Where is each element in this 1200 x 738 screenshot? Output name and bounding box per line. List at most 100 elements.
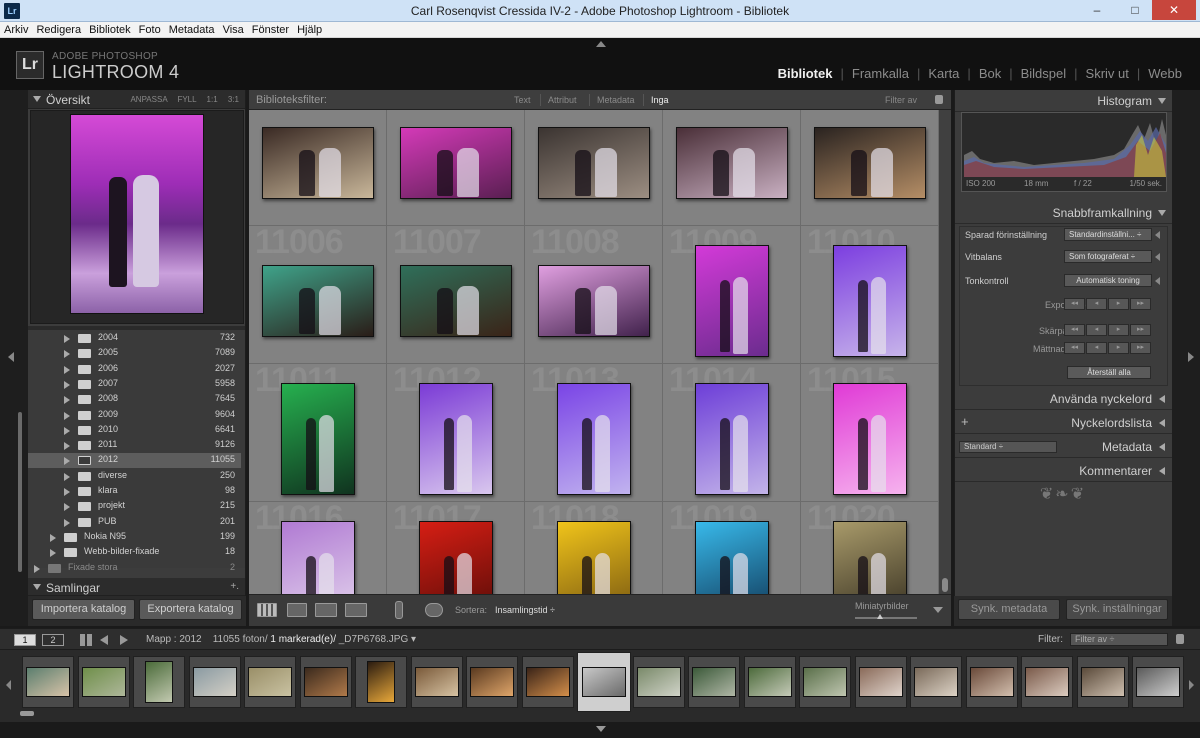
filmstrip-cell[interactable] — [466, 656, 518, 708]
grid-shortcut-icon[interactable] — [80, 634, 92, 646]
folder-row[interactable]: 2009 9604 — [28, 408, 241, 423]
filmstrip-cell[interactable] — [965, 656, 1018, 708]
zoom-fyll[interactable]: FYLL — [177, 95, 196, 104]
photo-thumbnail[interactable] — [419, 383, 493, 495]
photo-thumbnail[interactable] — [538, 265, 650, 337]
lock-icon[interactable] — [935, 95, 943, 104]
menu-redigera[interactable]: Redigera — [32, 22, 85, 37]
filmstrip-cell[interactable] — [188, 656, 241, 708]
folder-row[interactable]: 2006 2027 — [28, 362, 241, 377]
filmstrip-thumbnail[interactable] — [414, 667, 459, 697]
filmstrip-thumbnail[interactable] — [26, 667, 70, 697]
close-button[interactable]: ✕ — [1152, 0, 1196, 20]
grid-cell[interactable]: 11007 — [387, 223, 525, 364]
filmstrip-lock-icon[interactable] — [1176, 634, 1184, 644]
grid-cell[interactable]: 11019 — [663, 499, 801, 594]
expand-folder-icon[interactable] — [34, 564, 40, 573]
sharp-plus[interactable]: ▸ — [1108, 324, 1129, 336]
left-panel-scrollbar[interactable] — [18, 412, 22, 572]
module-bok[interactable]: Bok — [977, 66, 1003, 81]
photo-thumbnail[interactable] — [400, 127, 512, 199]
filmstrip-thumbnail[interactable] — [914, 667, 958, 697]
photo-thumbnail[interactable] — [557, 383, 631, 495]
photo-thumbnail[interactable] — [695, 521, 769, 594]
filmstrip-thumbnail[interactable] — [1025, 667, 1069, 697]
photo-thumbnail[interactable] — [676, 127, 788, 199]
filmstrip-thumbnail[interactable] — [1080, 667, 1125, 697]
module-bibliotek[interactable]: Bibliotek — [776, 66, 835, 81]
filmstrip-source[interactable]: Mapp : 2012 11055 foton/ 1 markerad(e)/ … — [146, 634, 416, 645]
expand-folder-icon[interactable] — [64, 335, 70, 343]
menu-fonster[interactable]: Fönster — [248, 22, 293, 37]
filmstrip-cell[interactable] — [133, 656, 185, 708]
folder-row[interactable]: 2005 7089 — [28, 346, 241, 361]
sat-minus-big[interactable]: ◂◂ — [1064, 342, 1085, 354]
expand-folder-icon[interactable] — [64, 503, 70, 512]
sat-plus[interactable]: ▸ — [1108, 342, 1129, 354]
export-catalog-button[interactable]: Exportera katalog — [139, 599, 242, 620]
grid-cell[interactable]: 11012 — [387, 361, 525, 502]
grid-cell[interactable]: 11015 — [801, 361, 939, 502]
filmstrip-scroll-thumb[interactable] — [20, 711, 34, 716]
grid-scrollbar[interactable] — [939, 110, 951, 594]
filmstrip-thumbnail[interactable] — [582, 667, 626, 697]
filmstrip-cell[interactable] — [299, 656, 352, 708]
sharp-plus-big[interactable]: ▸▸ — [1130, 324, 1151, 336]
filmstrip-cell[interactable] — [77, 656, 130, 708]
loupe-view-icon[interactable] — [287, 603, 307, 617]
filmstrip-cell[interactable] — [577, 652, 631, 712]
folder-row[interactable]: Nokia N95 199 — [28, 530, 241, 545]
filmstrip-thumbnail[interactable] — [1136, 667, 1180, 697]
filter-tab-metadata[interactable]: Metadata — [597, 95, 635, 105]
filmstrip-cell[interactable] — [1132, 656, 1184, 708]
survey-view-icon[interactable] — [345, 603, 367, 617]
filmstrip-thumbnail[interactable] — [192, 667, 237, 697]
grid-cell[interactable] — [663, 110, 801, 226]
photo-thumbnail[interactable] — [281, 383, 355, 495]
photo-thumbnail[interactable] — [833, 245, 907, 357]
expand-folder-icon[interactable] — [64, 518, 70, 527]
histogram-header[interactable]: Histogram — [955, 90, 1172, 112]
sort-direction-icon[interactable] — [425, 603, 443, 617]
filmstrip-thumbnail[interactable] — [470, 667, 514, 697]
module-framkalla[interactable]: Framkalla — [850, 66, 911, 81]
expand-folder-icon[interactable] — [64, 350, 70, 359]
filter-tab-text[interactable]: Text — [514, 95, 531, 105]
folder-row[interactable]: Fixade stora 2 — [28, 561, 241, 576]
grid-cell[interactable]: 11016 — [249, 499, 387, 594]
grid-view-icon[interactable] — [257, 603, 277, 617]
exposure-plus-big[interactable]: ▸▸ — [1130, 298, 1151, 310]
photo-thumbnail[interactable] — [262, 127, 374, 199]
grid-cell[interactable]: 11014 — [663, 361, 801, 502]
photo-thumbnail[interactable] — [557, 521, 631, 594]
import-catalog-button[interactable]: Importera katalog — [32, 599, 135, 620]
photo-thumbnail[interactable] — [281, 521, 355, 594]
saved-preset-select[interactable]: Standardinställni... ÷ — [1064, 228, 1152, 241]
filmstrip-thumbnail[interactable] — [747, 667, 792, 697]
filmstrip-cell[interactable] — [632, 656, 685, 708]
collapse-right-arrow-icon[interactable] — [1188, 352, 1194, 362]
compare-view-icon[interactable] — [315, 603, 337, 617]
white-balance-select[interactable]: Som fotograferat ÷ — [1064, 250, 1152, 263]
sync-metadata-button[interactable]: Synk. metadata — [958, 599, 1060, 620]
grid-cell[interactable]: 11011 — [249, 361, 387, 502]
filmstrip-cell[interactable] — [854, 656, 907, 708]
sync-settings-button[interactable]: Synk. inställningar — [1066, 599, 1168, 620]
forward-arrow-icon[interactable] — [120, 635, 128, 645]
filmstrip-thumbnail[interactable] — [858, 667, 903, 697]
module-karta[interactable]: Karta — [926, 66, 961, 81]
menu-visa[interactable]: Visa — [219, 22, 248, 37]
filter-preset[interactable]: Filter av — [885, 95, 917, 105]
expand-left-icon[interactable] — [1155, 231, 1160, 239]
grid-cell[interactable]: 11006 — [249, 223, 387, 364]
filmstrip-left-arrow-icon[interactable] — [6, 680, 11, 690]
expand-left-icon[interactable] — [1155, 253, 1160, 261]
collapse-top-arrow-icon[interactable] — [596, 41, 606, 47]
folder-row[interactable]: 2010 6641 — [28, 423, 241, 438]
filter-tab-attribut[interactable]: Attribut — [548, 95, 577, 105]
photo-thumbnail[interactable] — [814, 127, 926, 199]
grid-cell[interactable]: 11020 — [801, 499, 939, 594]
painter-icon[interactable] — [395, 601, 403, 619]
menu-hjalp[interactable]: Hjälp — [293, 22, 326, 37]
folder-row[interactable]: diverse 250 — [28, 469, 241, 484]
